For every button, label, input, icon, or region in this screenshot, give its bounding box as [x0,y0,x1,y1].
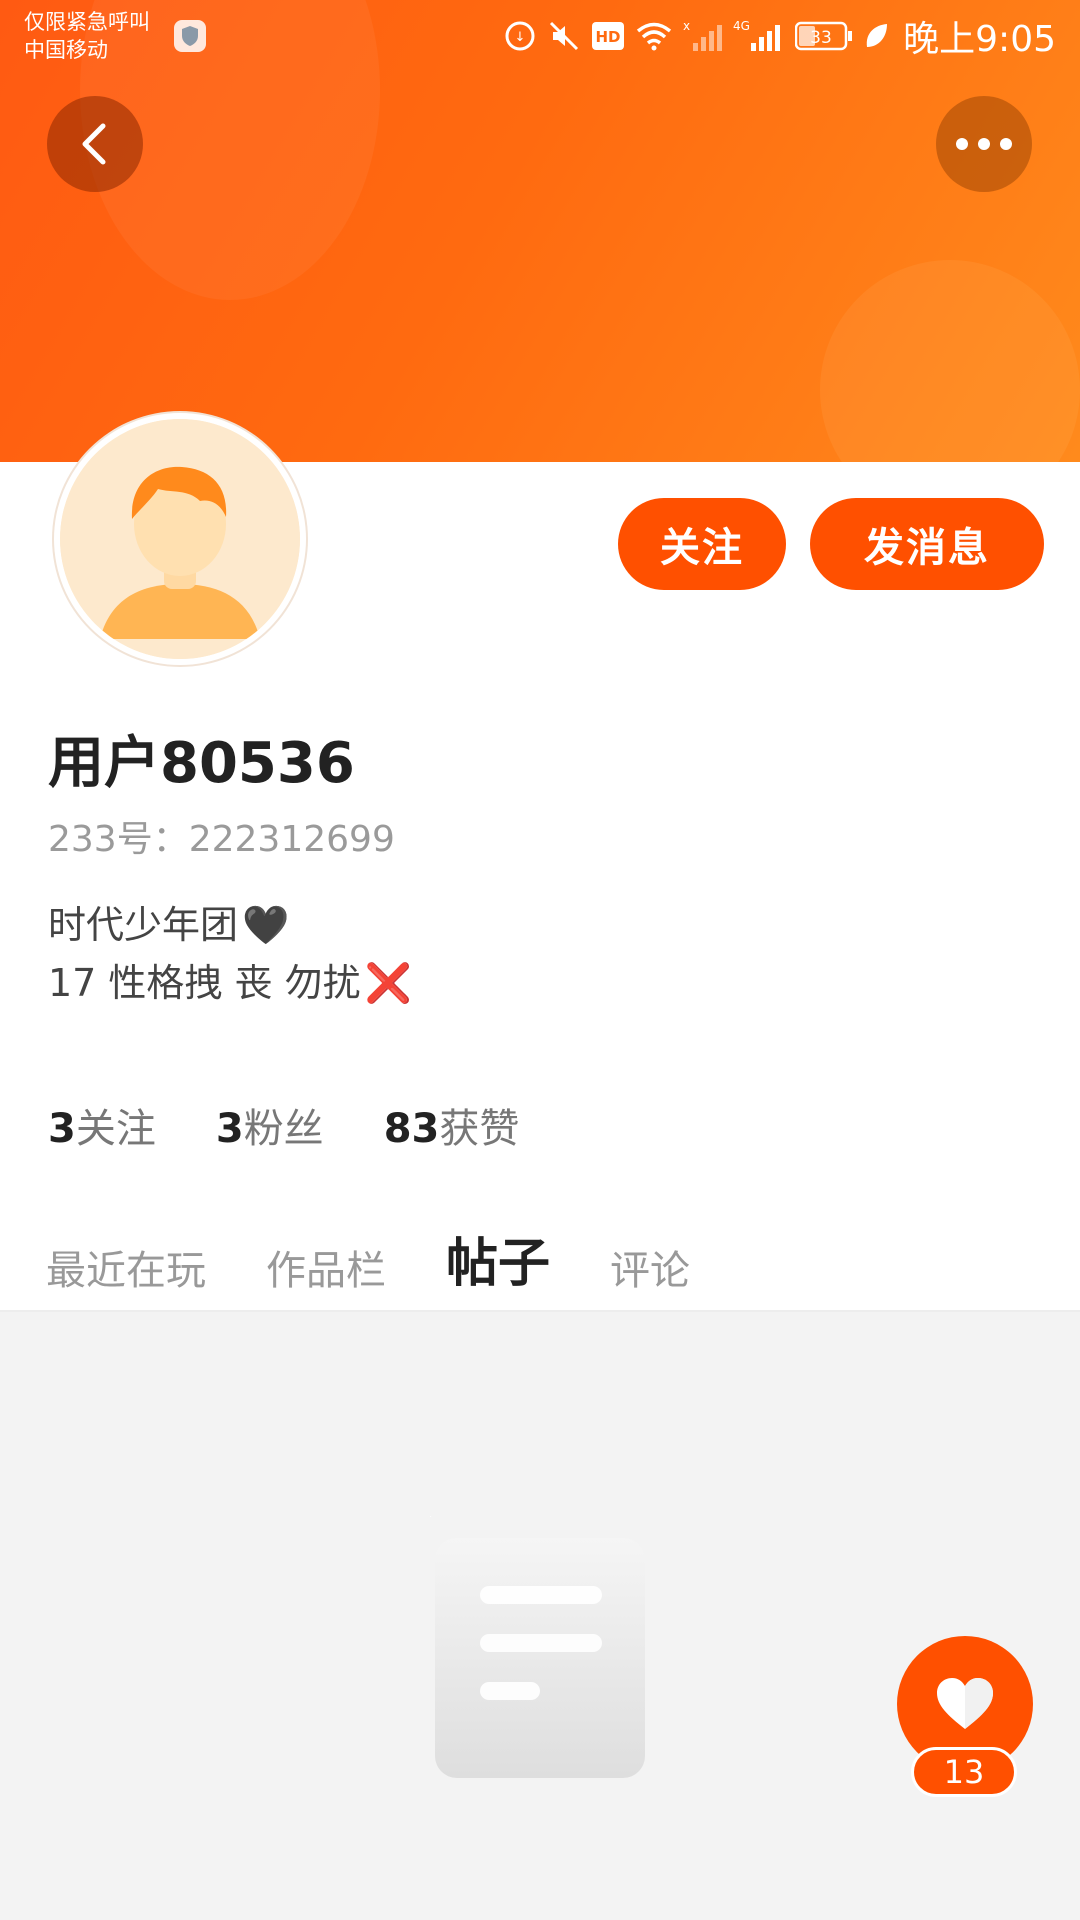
svg-text:↓: ↓ [515,30,526,45]
svg-text:4G: 4G [733,19,750,33]
stat-followers[interactable]: 3 粉丝 [216,1096,324,1154]
heart-icon [937,1678,993,1729]
follow-button[interactable]: 关注 [618,498,786,590]
svg-text:33: 33 [810,28,832,48]
send-message-button[interactable]: 发消息 [810,498,1044,590]
carrier-line2: 中国移动 [24,38,108,62]
mute-icon [550,21,579,51]
data-saver-icon: ↓ [505,21,535,51]
avatar-image [60,419,300,659]
more-dots-icon [956,138,1012,150]
stat-followers-count: 3 [215,1106,244,1152]
tab-works[interactable]: 作品栏 [266,1238,386,1296]
default-avatar-icon [60,419,300,659]
wifi-icon [637,22,672,51]
tab-recently-played[interactable]: 最近在玩 [46,1238,206,1296]
username: 用户80536 [48,731,355,796]
tab-posts-label: 帖子 [446,1234,551,1294]
stat-likes-label: 获赞 [439,1106,520,1152]
svg-text:x: x [683,19,690,33]
avatar[interactable] [54,413,306,665]
black-heart-emoji: 🖤 [242,903,290,947]
profile-stats: 3 关注 3 粉丝 83 获赞 [48,1096,519,1154]
status-time: 晚上9:05 [903,19,1056,60]
stat-following[interactable]: 3 关注 [48,1096,156,1154]
carrier-info: 仅限紧急呼叫 中国移动 [24,8,150,64]
tab-posts[interactable]: 帖子 [446,1221,551,1330]
stat-likes-count: 83 [383,1106,440,1152]
status-icons: ↓ HD x 4G 33 晚上9:05 [503,14,1056,60]
bio-line-2: 17 性格拽 丧 勿扰 ❌ [48,954,412,1012]
bio-line-1: 时代少年团 🖤 [48,896,412,954]
user-id[interactable]: 233号：222312699 [48,810,395,862]
shield-icon [174,20,206,52]
signal-icon: x [683,19,723,51]
status-bar: 仅限紧急呼叫 中国移动 ↓ HD x 4G 33 晚上9:05 [0,0,1080,70]
hd-icon: HD [592,22,625,50]
stat-following-count: 3 [48,1106,76,1152]
carrier-line1: 仅限紧急呼叫 [24,10,150,34]
leaf-icon [866,24,888,47]
svg-text:HD: HD [596,28,621,46]
cross-mark-emoji: ❌ [364,961,412,1005]
signal-4g-icon: 4G [733,19,781,51]
back-arrow-icon [82,123,106,165]
tab-comments[interactable]: 评论 [610,1238,690,1296]
header-decoration [820,260,1080,462]
battery-icon: 33 [795,21,853,51]
bio: 时代少年团 🖤 17 性格拽 丧 勿扰 ❌ [48,896,412,1012]
like-count-badge: 13 [911,1747,1017,1797]
profile-tabs: 最近在玩 作品栏 帖子 评论 [46,1216,750,1330]
more-button[interactable] [936,96,1032,192]
bio-text-2: 17 性格拽 丧 勿扰 [48,961,361,1005]
bio-text-1: 时代少年团 [48,903,239,947]
stat-following-label: 关注 [75,1106,156,1152]
empty-document-icon [414,1508,660,1782]
stat-likes[interactable]: 83 获赞 [384,1096,520,1154]
back-button[interactable] [47,96,143,192]
stat-followers-label: 粉丝 [243,1106,324,1152]
